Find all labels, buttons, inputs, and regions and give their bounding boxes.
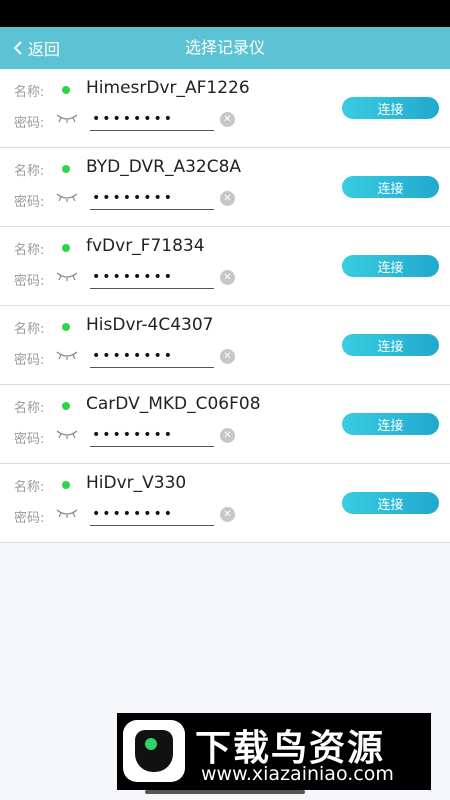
eye-closed-icon[interactable]: [56, 428, 78, 440]
password-label: 密码:: [14, 116, 45, 131]
status-bar: [0, 0, 450, 27]
name-label: 名称:: [14, 322, 45, 337]
clear-icon[interactable]: ✕: [220, 428, 235, 443]
password-input[interactable]: [90, 107, 214, 131]
name-label: 名称:: [14, 85, 45, 100]
device-name: CarDV_MKD_C06F08: [86, 394, 261, 414]
connect-button[interactable]: 连接: [342, 413, 439, 435]
connect-button[interactable]: 连接: [342, 492, 439, 514]
status-dot-icon: [62, 402, 70, 410]
name-label: 名称:: [14, 480, 45, 495]
password-input[interactable]: [90, 502, 214, 526]
status-dot-icon: [62, 86, 70, 94]
status-dot-icon: [62, 244, 70, 252]
password-label: 密码:: [14, 195, 45, 210]
device-name: HimesrDvr_AF1226: [86, 78, 250, 98]
connect-button[interactable]: 连接: [342, 334, 439, 356]
device-list: 名称: HimesrDvr_AF1226 密码: ✕ 连接 名称: BYD_DV…: [0, 69, 450, 543]
clear-icon[interactable]: ✕: [220, 507, 235, 522]
eye-closed-icon[interactable]: [56, 507, 78, 519]
status-dot-icon: [62, 165, 70, 173]
chevron-left-icon: [13, 41, 22, 55]
clear-icon[interactable]: ✕: [220, 270, 235, 285]
connect-button[interactable]: 连接: [342, 176, 439, 198]
page-title: 选择记录仪: [184, 38, 265, 57]
password-label: 密码:: [14, 432, 45, 447]
device-name: fvDvr_F71834: [86, 236, 205, 256]
back-label: 返回: [28, 40, 61, 59]
watermark-banner: 下载鸟资源 www.xiazainiao.com: [117, 713, 431, 790]
bird-eye: [145, 738, 157, 750]
password-input[interactable]: [90, 186, 214, 210]
eye-closed-icon[interactable]: [56, 191, 78, 203]
bird-shape: [135, 730, 173, 772]
device-row: 名称: HimesrDvr_AF1226 密码: ✕ 连接: [0, 69, 450, 148]
clear-icon[interactable]: ✕: [220, 191, 235, 206]
device-name: HisDvr-4C4307: [86, 315, 214, 335]
nav-bar: 返回 选择记录仪: [0, 27, 450, 69]
device-name: BYD_DVR_A32C8A: [86, 157, 242, 177]
status-dot-icon: [62, 481, 70, 489]
device-row: 名称: HisDvr-4C4307 密码: ✕ 连接: [0, 306, 450, 385]
name-label: 名称:: [14, 401, 45, 416]
connect-button[interactable]: 连接: [342, 255, 439, 277]
device-row: 名称: BYD_DVR_A32C8A 密码: ✕ 连接: [0, 148, 450, 227]
password-input[interactable]: [90, 423, 214, 447]
password-input[interactable]: [90, 344, 214, 368]
device-row: 名称: fvDvr_F71834 密码: ✕ 连接: [0, 227, 450, 306]
eye-closed-icon[interactable]: [56, 349, 78, 361]
watermark-url: www.xiazainiao.com: [201, 763, 394, 785]
back-button[interactable]: 返回: [12, 27, 60, 69]
password-label: 密码:: [14, 353, 45, 368]
password-label: 密码:: [14, 511, 45, 526]
bird-logo-icon: [123, 720, 185, 782]
device-row: 名称: HiDvr_V330 密码: ✕ 连接: [0, 464, 450, 543]
password-input[interactable]: [90, 265, 214, 289]
password-label: 密码:: [14, 274, 45, 289]
clear-icon[interactable]: ✕: [220, 349, 235, 364]
eye-closed-icon[interactable]: [56, 112, 78, 124]
device-name: HiDvr_V330: [86, 473, 187, 493]
name-label: 名称:: [14, 164, 45, 179]
status-dot-icon: [62, 323, 70, 331]
connect-button[interactable]: 连接: [342, 97, 439, 119]
eye-closed-icon[interactable]: [56, 270, 78, 282]
device-row: 名称: CarDV_MKD_C06F08 密码: ✕ 连接: [0, 385, 450, 464]
name-label: 名称:: [14, 243, 45, 258]
clear-icon[interactable]: ✕: [220, 112, 235, 127]
home-indicator[interactable]: [145, 790, 305, 794]
